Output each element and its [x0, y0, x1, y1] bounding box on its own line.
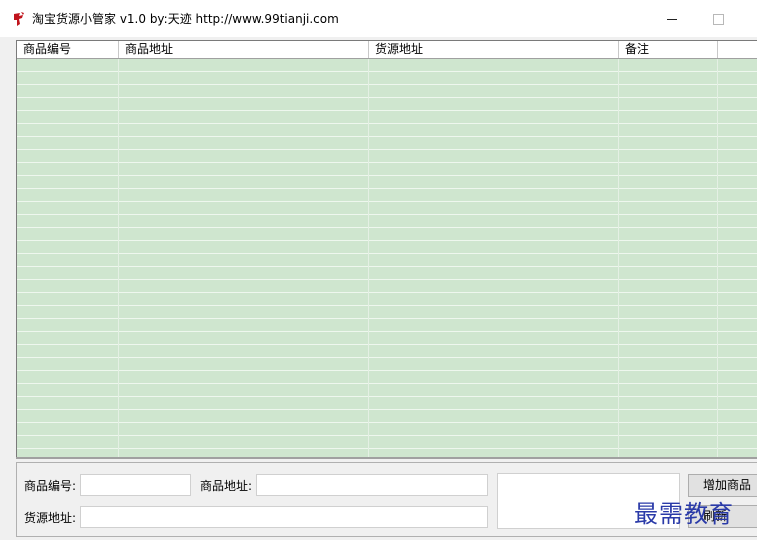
- minimize-button[interactable]: [654, 5, 690, 33]
- list-bottom-border: [16, 457, 757, 459]
- app-window: 淘宝货源小管家 v1.0 by:天迹 http://www.99tianji.c…: [0, 0, 757, 540]
- column-header-extra[interactable]: [718, 41, 757, 58]
- title-bar: 淘宝货源小管家 v1.0 by:天迹 http://www.99tianji.c…: [0, 0, 757, 37]
- minimize-icon: [667, 18, 677, 20]
- column-header-product-id[interactable]: 商品编号: [17, 41, 119, 58]
- app-logo-icon: [14, 12, 24, 26]
- list-header: 商品编号 商品地址 货源地址 备注: [17, 41, 757, 59]
- column-header-product-url[interactable]: 商品地址: [119, 41, 369, 58]
- product-id-label: 商品编号:: [24, 479, 77, 493]
- source-url-label: 货源地址:: [24, 511, 77, 525]
- column-divider: [368, 59, 369, 459]
- product-url-input[interactable]: [256, 474, 488, 496]
- column-header-source-url[interactable]: 货源地址: [369, 41, 619, 58]
- column-divider: [618, 59, 619, 459]
- column-divider: [717, 59, 718, 459]
- list-rows[interactable]: [17, 59, 757, 459]
- column-divider: [118, 59, 119, 459]
- watermark-text: 最需教育: [634, 500, 734, 528]
- product-id-input[interactable]: [80, 474, 191, 496]
- maximize-button[interactable]: [700, 5, 736, 33]
- maximize-icon: [712, 13, 724, 25]
- product-list[interactable]: 商品编号 商品地址 货源地址 备注: [16, 40, 757, 459]
- window-title: 淘宝货源小管家 v1.0 by:天迹 http://www.99tianji.c…: [32, 12, 339, 26]
- product-url-label: 商品地址:: [200, 479, 253, 493]
- column-header-note[interactable]: 备注: [619, 41, 718, 58]
- source-url-input[interactable]: [80, 506, 488, 528]
